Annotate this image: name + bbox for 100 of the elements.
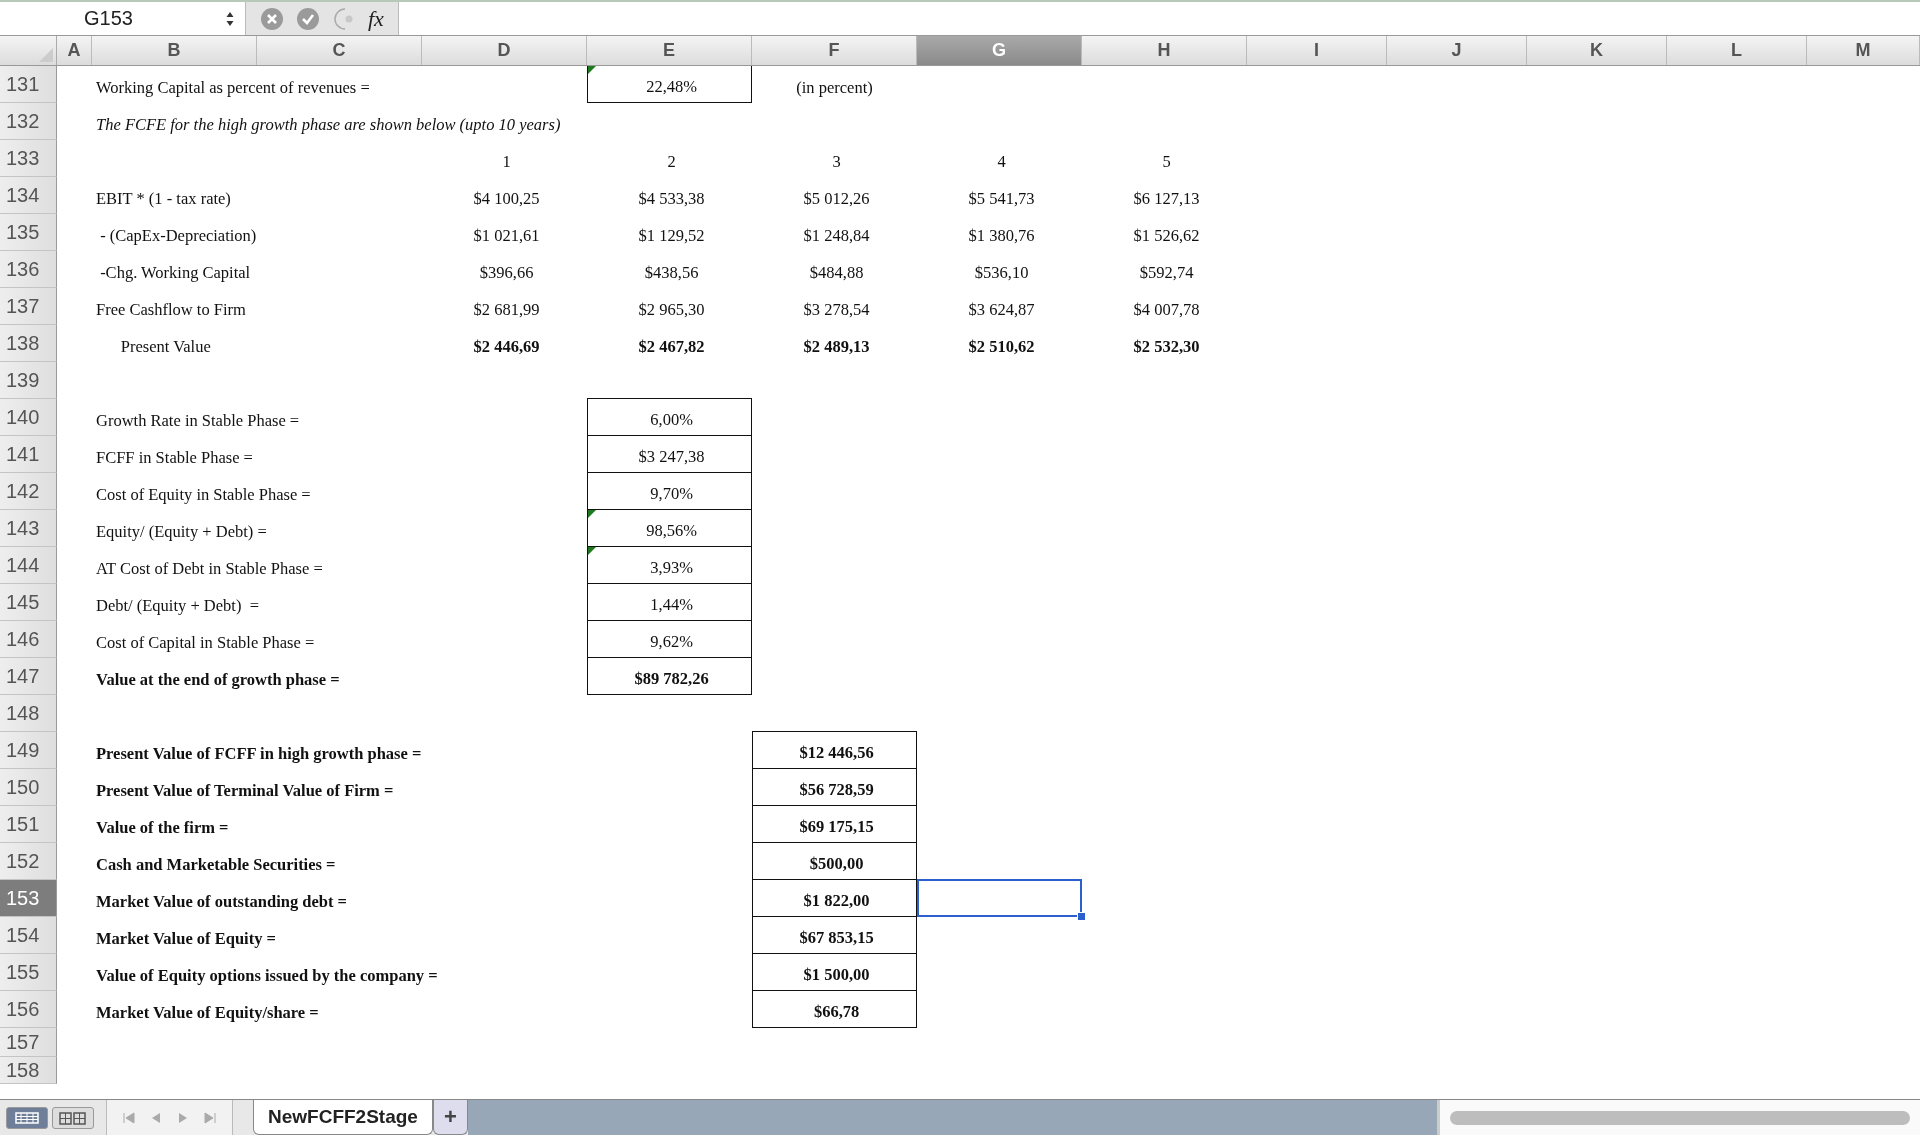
table-cell-text: $2 446,69: [472, 335, 541, 358]
table-cell: $89 782,26: [587, 657, 752, 695]
cell-label: - (CapEx-Depreciation): [99, 224, 258, 247]
row-header[interactable]: 147: [0, 658, 57, 695]
column-header[interactable]: I: [1247, 36, 1387, 65]
table-cell: 98,56%: [587, 509, 752, 547]
row-header[interactable]: 132: [0, 103, 57, 140]
cell-text: (in percent): [795, 76, 874, 99]
column-header[interactable]: D: [422, 36, 587, 65]
row-header[interactable]: 144: [0, 547, 57, 584]
row-header[interactable]: 131: [0, 66, 57, 103]
table-cell-text: 1: [501, 150, 512, 173]
row-header[interactable]: 157: [0, 1028, 57, 1057]
cell-label: AT Cost of Debt in Stable Phase =: [95, 557, 324, 580]
next-sheet-icon[interactable]: [177, 1111, 189, 1124]
table-cell: $69 175,15: [752, 805, 917, 843]
first-sheet-icon[interactable]: [123, 1111, 135, 1124]
row-header[interactable]: 137: [0, 288, 57, 325]
table-cell: $500,00: [752, 842, 917, 880]
row-header[interactable]: 143: [0, 510, 57, 547]
confirm-icon[interactable]: [296, 6, 320, 31]
cancel-icon[interactable]: [260, 6, 284, 31]
cell-label: EBIT * (1 - tax rate): [95, 187, 232, 210]
table-cell: $66,78: [752, 990, 917, 1028]
row-header[interactable]: 151: [0, 806, 57, 843]
row-header[interactable]: 134: [0, 177, 57, 214]
table-cell-text: $4 533,38: [637, 187, 706, 210]
row-header[interactable]: 146: [0, 621, 57, 658]
table-cell-text: 3: [831, 150, 842, 173]
normal-view-icon[interactable]: [6, 1106, 48, 1129]
table-cell-text: $1 021,61: [472, 224, 541, 247]
cell-label: Working Capital as percent of revenues =: [95, 76, 371, 99]
row-header[interactable]: 138: [0, 325, 57, 362]
row-header[interactable]: 153: [0, 880, 57, 917]
column-header[interactable]: A: [57, 36, 92, 65]
row-header[interactable]: 145: [0, 584, 57, 621]
table-cell: 22,48%: [587, 66, 752, 103]
cell-label: Debt/ (Equity + Debt) =: [95, 594, 260, 617]
name-box[interactable]: G153: [0, 7, 215, 30]
cell-label: Value of Equity options issued by the company =: [95, 964, 439, 987]
table-cell-text: $6 127,13: [1132, 187, 1201, 210]
row-header[interactable]: 152: [0, 843, 57, 880]
table-cell-text: $396,66: [478, 261, 535, 284]
row-header[interactable]: 139: [0, 362, 57, 399]
row-header[interactable]: 133: [0, 140, 57, 177]
row-header[interactable]: 149: [0, 732, 57, 769]
column-header[interactable]: K: [1527, 36, 1667, 65]
table-cell-text: $2 965,30: [637, 298, 706, 321]
column-header[interactable]: C: [257, 36, 422, 65]
page-layout-icon[interactable]: [52, 1106, 94, 1129]
add-sheet-button[interactable]: +: [432, 1100, 468, 1135]
table-cell: $12 446,56: [752, 731, 917, 769]
table-cell-text: 5: [1161, 150, 1172, 173]
row-header[interactable]: 158: [0, 1057, 57, 1084]
column-header[interactable]: H: [1082, 36, 1247, 65]
column-header[interactable]: B: [92, 36, 257, 65]
cell-label: Present Value: [119, 335, 212, 358]
table-cell-text: $2 681,99: [472, 298, 541, 321]
row-header[interactable]: 150: [0, 769, 57, 806]
table-cell-text: 4: [996, 150, 1007, 173]
table-cell: 9,62%: [587, 620, 752, 658]
cell-text: The FCFE for the high growth phase are shown below (upto 10 years): [95, 113, 562, 136]
column-header[interactable]: M: [1807, 36, 1920, 65]
cell-label: Cost of Equity in Stable Phase =: [95, 483, 312, 506]
column-header[interactable]: L: [1667, 36, 1807, 65]
sheet-tab[interactable]: NewFCFF2Stage: [253, 1100, 433, 1135]
row-header[interactable]: 136: [0, 251, 57, 288]
row-header[interactable]: 141: [0, 436, 57, 473]
cell-label: Market Value of Equity =: [95, 927, 277, 950]
cell-label: Free Cashflow to Firm: [95, 298, 247, 321]
table-cell-text: $3 624,87: [967, 298, 1036, 321]
cell-label: Value at the end of growth phase =: [95, 668, 341, 691]
table-cell: 1,44%: [587, 583, 752, 621]
cell-label: Present Value of Terminal Value of Firm =: [95, 779, 395, 802]
cell-label: Present Value of FCFF in high growth phase =: [95, 742, 423, 765]
cell-label: Value of the firm =: [95, 816, 230, 839]
cell-label: FCFF in Stable Phase =: [95, 446, 254, 469]
column-header[interactable]: E: [587, 36, 752, 65]
row-header[interactable]: 154: [0, 917, 57, 954]
cell-label: Market Value of outstanding debt =: [95, 890, 348, 913]
horizontal-scrollbar[interactable]: [1437, 1100, 1920, 1135]
row-header[interactable]: 135: [0, 214, 57, 251]
select-all-corner-icon[interactable]: [39, 48, 53, 62]
row-header[interactable]: 140: [0, 399, 57, 436]
table-cell-text: $484,88: [808, 261, 865, 284]
table-cell-text: $3 278,54: [802, 298, 871, 321]
cell-label: Cash and Marketable Securities =: [95, 853, 337, 876]
row-header[interactable]: 148: [0, 695, 57, 732]
table-cell-text: $536,10: [973, 261, 1030, 284]
row-header[interactable]: 155: [0, 954, 57, 991]
column-header[interactable]: J: [1387, 36, 1527, 65]
table-cell-text: $2 532,30: [1132, 335, 1201, 358]
row-header[interactable]: 156: [0, 991, 57, 1028]
fx-button[interactable]: fx: [368, 5, 384, 32]
table-cell-text: $1 129,52: [637, 224, 706, 247]
last-sheet-icon[interactable]: [204, 1111, 216, 1124]
scrollbar-thumb[interactable]: [1450, 1110, 1910, 1125]
table-cell-text: $4 100,25: [472, 187, 541, 210]
row-header[interactable]: 142: [0, 473, 57, 510]
previous-sheet-icon[interactable]: [150, 1111, 162, 1124]
